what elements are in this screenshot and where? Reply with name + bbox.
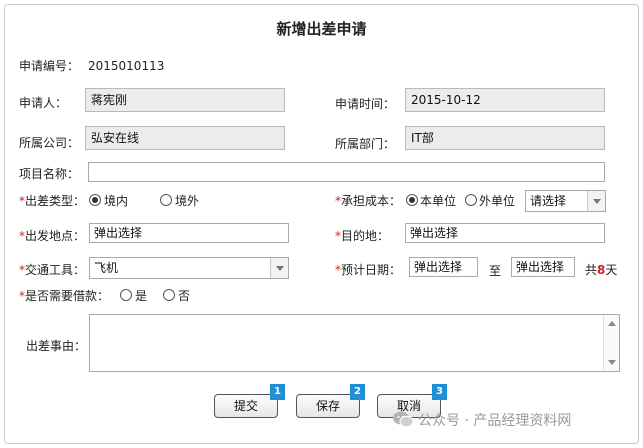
total-days-text: 共8天 [585, 262, 617, 278]
dates-label: *预计日期： [335, 262, 401, 278]
project-label: 项目名称： [19, 167, 80, 181]
cost-unit-select-value: 请选择 [530, 194, 567, 208]
scroll-down-icon[interactable] [608, 360, 616, 365]
trip-type-domestic-label: 境内 [104, 194, 129, 208]
loan-yes-radio[interactable] [120, 289, 132, 301]
department-label: 所属部门： [335, 137, 396, 151]
trip-type-abroad-label: 境外 [175, 194, 200, 208]
loan-label: *是否需要借款： [19, 288, 109, 304]
cost-own-unit-label: 本单位 [420, 194, 457, 208]
reason-scrollbar[interactable] [603, 315, 619, 371]
cost-unit-select[interactable]: 请选择 [525, 190, 606, 212]
reason-label: 出差事由： [26, 339, 87, 353]
start-date-input[interactable]: 弹出选择 [409, 257, 478, 277]
chevron-down-icon [587, 191, 605, 211]
reason-textarea[interactable] [89, 314, 620, 372]
submit-badge: 1 [270, 384, 285, 400]
loan-no-label: 否 [178, 289, 191, 303]
watermark-text: 公众号 · 产品经理资料网 [418, 413, 572, 429]
loan-label-text: 是否需要借款： [25, 289, 110, 303]
save-badge: 2 [350, 384, 365, 400]
trip-type-label: *出差类型： [19, 193, 85, 209]
applicant-field: 蒋宪刚 [85, 88, 285, 112]
transport-select[interactable]: 飞机 [89, 257, 289, 279]
transport-label: *交通工具： [19, 262, 85, 278]
cost-own-unit-radio[interactable] [406, 194, 418, 206]
company-label: 所属公司： [19, 136, 80, 150]
app-no-value: 2015010113 [88, 59, 165, 73]
loan-no-radio[interactable] [163, 289, 175, 301]
applicant-label: 申请人： [19, 96, 68, 110]
total-days-prefix: 共 [585, 263, 598, 277]
trip-type-abroad-radio[interactable] [160, 194, 172, 206]
page-title: 新增出差申请 [276, 20, 367, 38]
apply-time-field: 2015-10-12 [405, 88, 605, 112]
trip-type-label-text: 出差类型： [25, 194, 86, 208]
destination-label-text: 目的地： [341, 229, 390, 243]
watermark: 公众号 · 产品经理资料网 [392, 410, 571, 430]
wechat-icon [393, 411, 414, 428]
destination-input[interactable]: 弹出选择 [405, 223, 605, 243]
cost-label-text: 承担成本： [341, 194, 402, 208]
apply-time-label: 申请时间： [335, 97, 396, 111]
departure-input[interactable]: 弹出选择 [89, 223, 289, 243]
company-field: 弘安在线 [85, 126, 285, 150]
chevron-down-icon [270, 258, 288, 278]
scroll-up-icon[interactable] [608, 321, 616, 326]
cost-other-unit-label: 外单位 [479, 194, 516, 208]
trip-type-domestic-radio[interactable] [89, 194, 101, 206]
departure-label: *出发地点： [19, 228, 85, 244]
transport-select-value: 飞机 [94, 261, 119, 275]
cost-label: *承担成本： [335, 193, 401, 209]
cost-other-unit-radio[interactable] [465, 194, 477, 206]
departure-label-text: 出发地点： [25, 229, 86, 243]
dates-label-text: 预计日期： [341, 263, 402, 277]
submit-button[interactable]: 提交 [214, 394, 278, 418]
transport-label-text: 交通工具： [25, 263, 86, 277]
department-field: IT部 [405, 126, 605, 150]
total-days-suffix: 天 [605, 263, 618, 277]
date-to-label: 至 [489, 264, 502, 278]
end-date-input[interactable]: 弹出选择 [511, 257, 575, 277]
loan-yes-label: 是 [135, 289, 148, 303]
project-input[interactable] [88, 162, 605, 182]
cancel-badge: 3 [432, 384, 447, 400]
app-no-label: 申请编号： [19, 59, 80, 73]
destination-label: *目的地： [335, 228, 389, 244]
